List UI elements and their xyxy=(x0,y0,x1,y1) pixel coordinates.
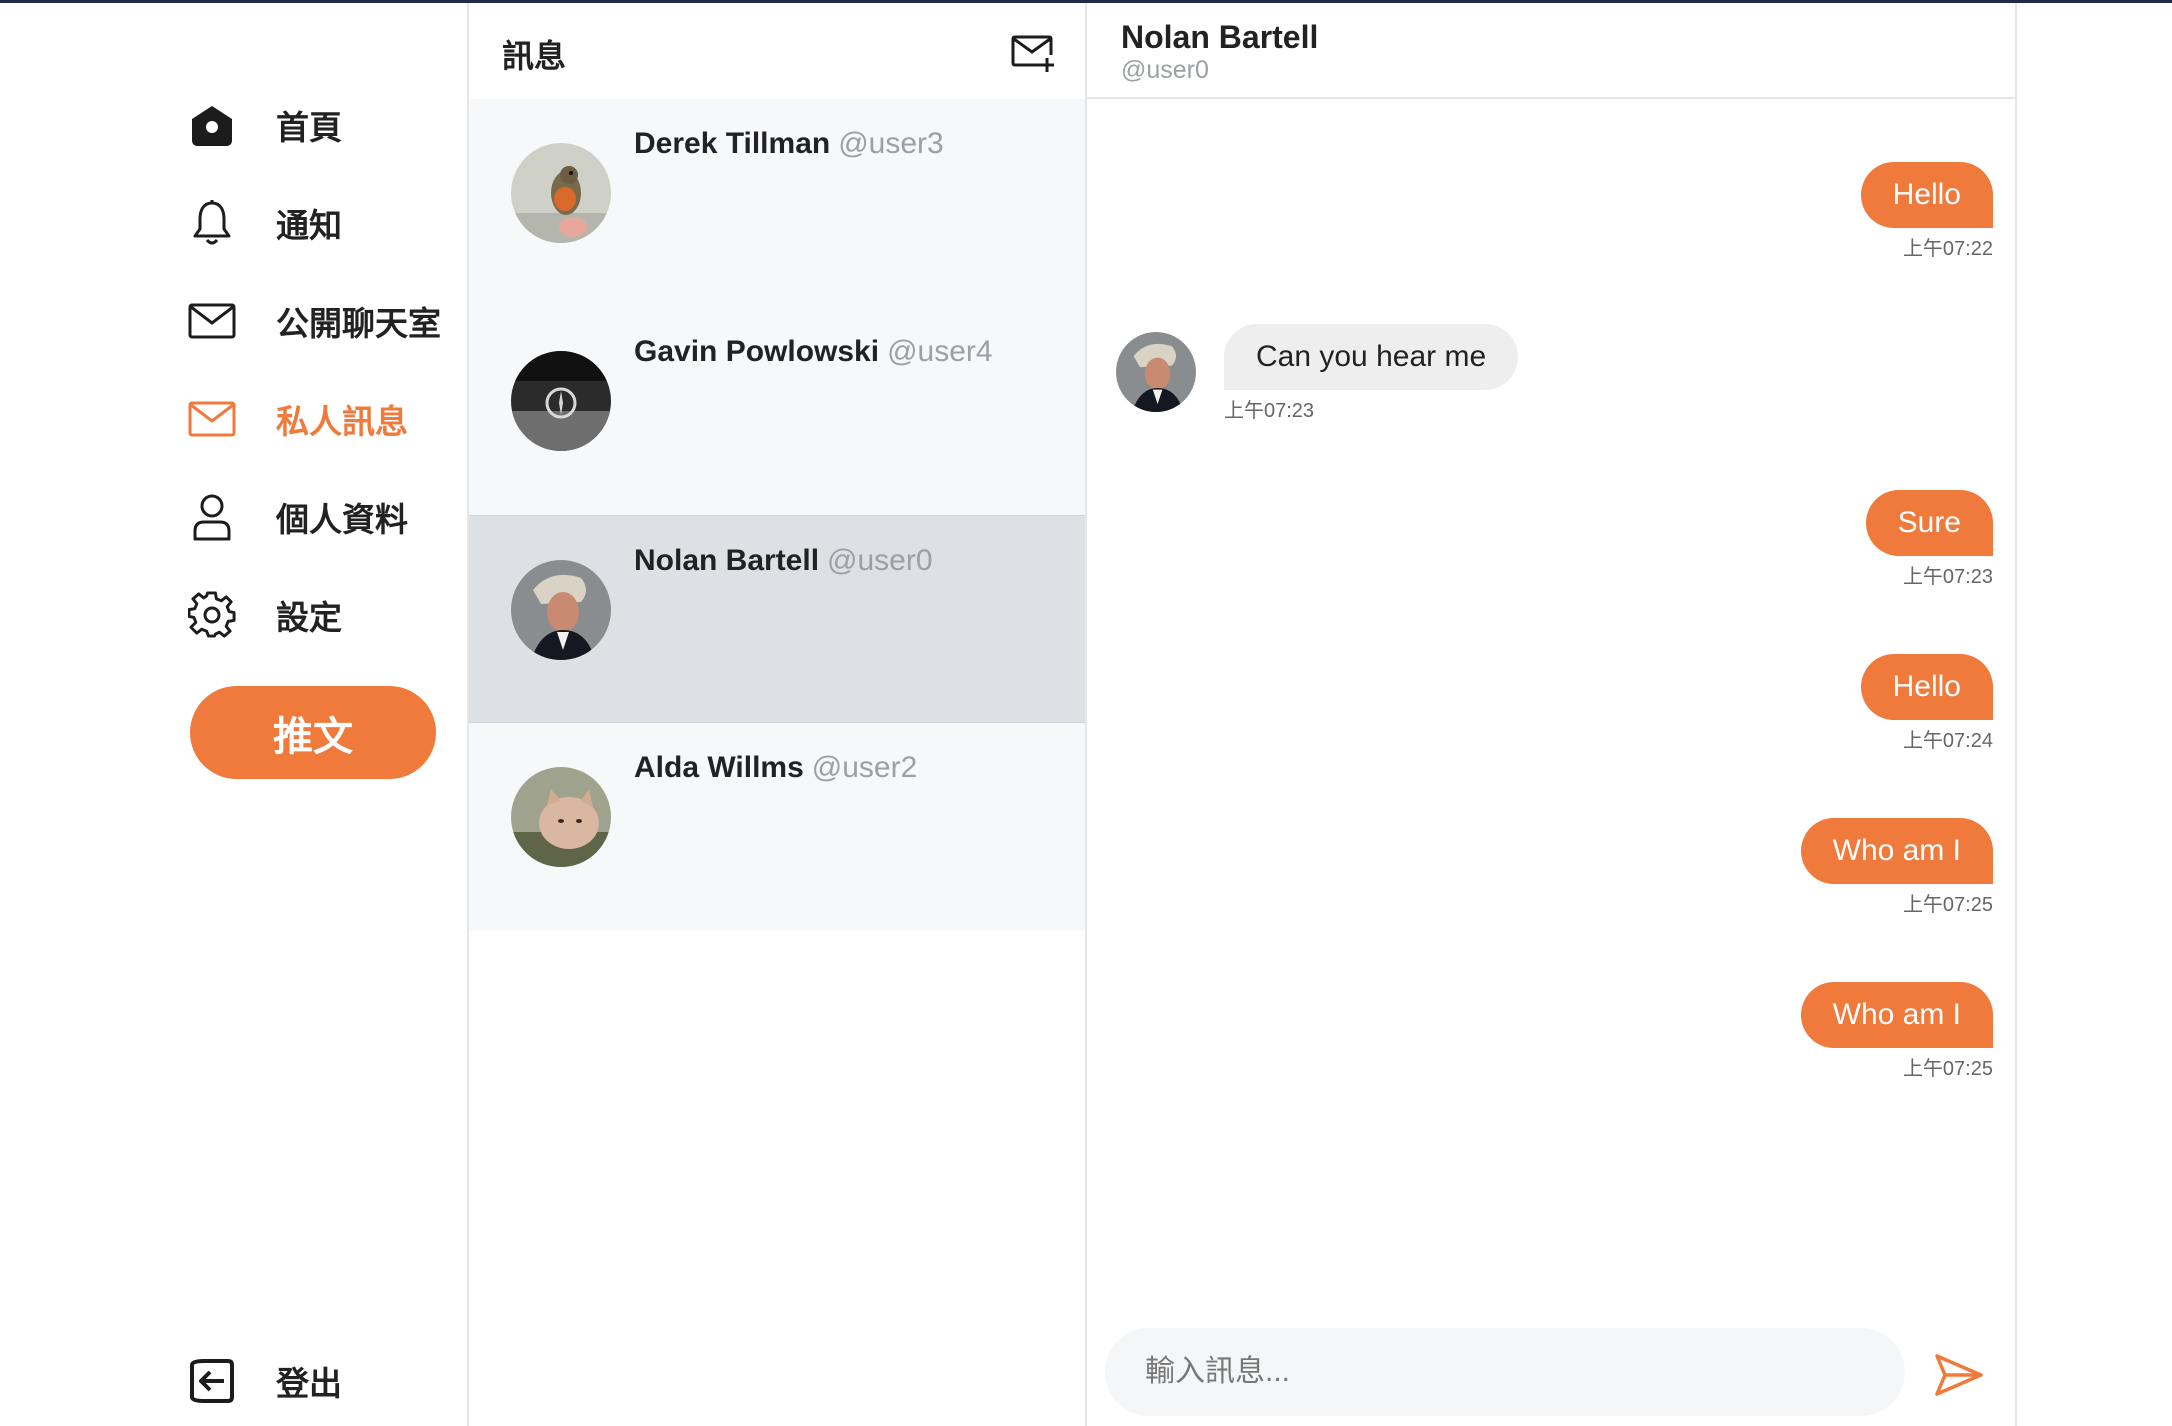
nav-item-profile[interactable]: 個人資料 xyxy=(186,487,408,547)
message-sent: Sure 上午07:23 xyxy=(1865,490,1993,589)
message-sent: Who am I 上午07:25 xyxy=(1800,818,1993,917)
tweet-button[interactable]: 推文 xyxy=(190,686,436,779)
user-icon xyxy=(186,491,238,543)
message-input[interactable] xyxy=(1105,1328,1905,1416)
car-emblem-avatar xyxy=(511,351,611,451)
message-time: 上午07:25 xyxy=(1902,1058,1993,1080)
robin-bird-avatar xyxy=(511,143,611,243)
nav-label-home: 首頁 xyxy=(276,109,342,146)
avatar xyxy=(511,351,611,451)
message-bubble: Hello xyxy=(1860,654,1993,720)
chat-title: Nolan Bartell xyxy=(1121,19,1319,55)
conversation-item[interactable]: Gavin Powlowski @user4 xyxy=(469,307,1085,515)
messages-header: 訊息 xyxy=(469,3,1085,99)
avatar[interactable] xyxy=(1116,332,1196,412)
conversation-name: Derek Tillman @user3 xyxy=(634,127,944,161)
conversation-item-selected[interactable]: Nolan Bartell @user0 xyxy=(469,515,1085,723)
chat-header: Nolan Bartell @user0 xyxy=(1087,3,2015,99)
conversation-name: Nolan Bartell @user0 xyxy=(634,544,933,578)
message-bubble: Can you hear me xyxy=(1224,324,1519,390)
messages-title: 訊息 xyxy=(502,38,567,74)
avatar xyxy=(511,560,611,660)
message-time: 上午07:23 xyxy=(1224,400,1315,422)
new-message-button[interactable] xyxy=(1009,29,1057,77)
mail-icon xyxy=(186,295,238,347)
nav-item-notifications[interactable]: 通知 xyxy=(186,193,342,253)
nav-label-profile: 個人資料 xyxy=(276,501,408,538)
nav-label-notifications: 通知 xyxy=(276,207,342,244)
nav-label-public-chat: 公開聊天室 xyxy=(276,305,441,342)
home-icon xyxy=(186,99,238,151)
conversation-handle: @user3 xyxy=(838,127,944,160)
conversation-item[interactable]: Alda Willms @user2 xyxy=(469,723,1085,931)
conversation-name: Alda Willms @user2 xyxy=(634,751,917,785)
conversation-username: Derek Tillman xyxy=(634,127,831,160)
avatar xyxy=(511,143,611,243)
message-time: 上午07:24 xyxy=(1902,730,1993,752)
mail-icon xyxy=(186,393,238,445)
sidebar: 首頁 通知 公開聊天室 私人訊息 個人資料 設定 推文 登出 xyxy=(0,3,469,1426)
conversation-item[interactable]: Derek Tillman @user3 xyxy=(469,99,1085,307)
conversation-username: Gavin Powlowski xyxy=(634,335,880,368)
logout-icon xyxy=(186,1355,238,1407)
message-sent: Hello 上午07:24 xyxy=(1860,654,1993,753)
conversation-username: Nolan Bartell xyxy=(634,544,820,577)
message-received: Can you hear me 上午07:23 xyxy=(1116,324,1519,423)
message-bubble: Hello xyxy=(1860,162,1993,228)
message-bubble: Sure xyxy=(1865,490,1993,556)
cat-avatar xyxy=(511,767,611,867)
nav-label-settings: 設定 xyxy=(276,599,342,636)
gear-icon xyxy=(186,589,238,641)
send-icon xyxy=(1935,1354,1983,1396)
nav-label-private-messages: 私人訊息 xyxy=(276,403,408,440)
message-time: 上午07:23 xyxy=(1902,566,1993,588)
nav-item-private-messages[interactable]: 私人訊息 xyxy=(186,389,408,449)
nav-item-public-chat[interactable]: 公開聊天室 xyxy=(186,291,441,351)
chat-handle: @user0 xyxy=(1121,56,1209,84)
new-message-icon xyxy=(1011,35,1054,72)
conversation-handle: @user0 xyxy=(827,544,933,577)
messages-panel: 訊息 Derek Tillman @user3 Gavin Powlowski … xyxy=(469,3,1087,1426)
message-sent: Who am I 上午07:25 xyxy=(1800,982,1993,1081)
chat-panel: Nolan Bartell @user0 Hello 上午07:22 Can y… xyxy=(1087,3,2017,1426)
nav-item-settings[interactable]: 設定 xyxy=(186,585,342,645)
conversation-handle: @user2 xyxy=(811,751,918,784)
message-bubble: Who am I xyxy=(1800,818,1993,884)
message-time: 上午07:25 xyxy=(1902,894,1993,916)
message-bubble: Who am I xyxy=(1800,982,1993,1048)
message-sent: Hello 上午07:22 xyxy=(1860,162,1993,261)
conversation-name: Gavin Powlowski @user4 xyxy=(634,335,993,369)
avatar xyxy=(511,767,611,867)
logout-button[interactable]: 登出 xyxy=(186,1351,342,1411)
send-button[interactable] xyxy=(1931,1348,1987,1402)
message-time: 上午07:22 xyxy=(1902,238,1993,260)
bell-icon xyxy=(186,197,238,249)
man-portrait-avatar xyxy=(511,560,611,660)
nav-item-home[interactable]: 首頁 xyxy=(186,95,342,155)
conversation-handle: @user4 xyxy=(887,335,993,368)
conversation-username: Alda Willms xyxy=(634,751,804,784)
nav-label-logout: 登出 xyxy=(276,1365,342,1402)
man-portrait-avatar xyxy=(1116,332,1196,412)
